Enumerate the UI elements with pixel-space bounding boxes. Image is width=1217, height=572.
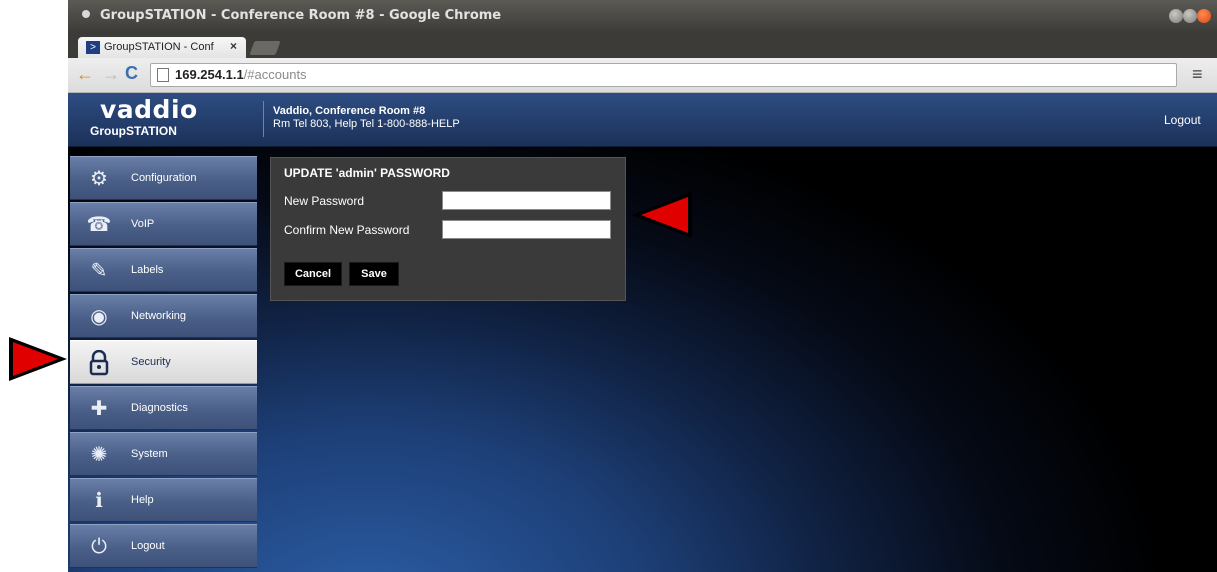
hamburger-menu-icon[interactable]: ≡	[1192, 64, 1203, 85]
sidebar-item-label: System	[131, 448, 168, 460]
browser-window: GroupSTATION - Conference Room #8 - Goog…	[68, 0, 1217, 572]
maximize-icon[interactable]	[1183, 9, 1197, 23]
new-tab-button[interactable]	[249, 41, 281, 55]
product-name: GroupSTATION	[90, 124, 177, 138]
browser-tab[interactable]: > GroupSTATION - Confer ×	[78, 37, 246, 58]
power-icon: ⏻	[91, 536, 107, 558]
tab-close-icon[interactable]: ×	[230, 39, 237, 53]
sidebar-item-label: Networking	[131, 310, 187, 322]
phone-icon: ☎	[86, 214, 112, 236]
new-password-field[interactable]	[442, 191, 611, 210]
url-path: /#accounts	[243, 67, 307, 82]
sidebar-item-security[interactable]: Security	[70, 340, 257, 384]
window-titlebar: GroupSTATION - Conference Room #8 - Goog…	[68, 0, 1217, 32]
tab-strip: > GroupSTATION - Confer ×	[68, 32, 1217, 58]
sidebar-item-logout[interactable]: ⏻ Logout	[70, 524, 257, 568]
sidebar-item-label: Diagnostics	[131, 402, 188, 414]
url-text[interactable]: 169.254.1.1/#accounts	[175, 67, 307, 82]
sidebar-item-label: Logout	[131, 540, 165, 552]
reload-icon[interactable]: C	[125, 63, 138, 84]
confirm-password-field[interactable]	[442, 220, 611, 239]
pencil-icon: ✎	[90, 260, 108, 282]
header-divider	[263, 101, 264, 137]
tab-title: GroupSTATION - Confer	[104, 41, 214, 53]
brand-name: vaddio	[100, 95, 198, 124]
network-icon: ◉	[90, 306, 108, 328]
vaddio-logo[interactable]: vaddio GroupSTATION	[86, 95, 246, 141]
dialog-title: UPDATE 'admin' PASSWORD	[284, 166, 450, 180]
sidebar-item-label: Security	[131, 356, 171, 368]
save-button[interactable]: Save	[349, 262, 399, 286]
callout-arrow-left	[641, 197, 688, 233]
vaddio-favicon-icon: >	[86, 41, 100, 54]
forward-arrow-icon[interactable]: →	[102, 64, 120, 85]
room-name: Vaddio, Conference Room #8	[273, 105, 426, 117]
sidebar-item-system[interactable]: ✺ System	[70, 432, 257, 476]
address-bar[interactable]: 169.254.1.1/#accounts	[150, 63, 1177, 87]
url-host: 169.254.1.1	[175, 67, 244, 82]
web-page: vaddio GroupSTATION Vaddio, Conference R…	[68, 93, 1217, 572]
padlock-icon	[86, 349, 112, 376]
back-arrow-icon[interactable]: ←	[76, 64, 94, 85]
callout-arrow-right	[13, 342, 58, 376]
header-logout-link[interactable]: Logout	[1164, 113, 1201, 127]
sidebar-item-diagnostics[interactable]: ✚ Diagnostics	[70, 386, 257, 430]
sidebar-item-voip[interactable]: ☎ VoIP	[70, 202, 257, 246]
new-password-label: New Password	[284, 194, 365, 208]
info-icon: ℹ	[95, 490, 103, 512]
window-title: GroupSTATION - Conference Room #8 - Goog…	[100, 8, 502, 23]
sidebar-item-label: Labels	[131, 264, 164, 276]
close-icon[interactable]	[1197, 9, 1211, 23]
sidebar-item-labels[interactable]: ✎ Labels	[70, 248, 257, 292]
confirm-password-label: Confirm New Password	[284, 223, 410, 237]
sidebar-nav: ⚙ Configuration ☎ VoIP ✎ Labels ◉ Networ…	[70, 156, 257, 572]
sidebar-item-label: VoIP	[131, 218, 155, 230]
page-header: vaddio GroupSTATION Vaddio, Conference R…	[68, 93, 1217, 147]
page-icon	[157, 68, 169, 82]
sidebar-item-label: Configuration	[131, 172, 197, 184]
sidebar-item-configuration[interactable]: ⚙ Configuration	[70, 156, 257, 200]
gear-icon: ⚙	[90, 168, 108, 190]
cancel-button[interactable]: Cancel	[284, 262, 342, 286]
diagnostics-icon: ✚	[90, 398, 108, 420]
sidebar-item-networking[interactable]: ◉ Networking	[70, 294, 257, 338]
room-phones: Rm Tel 803, Help Tel 1-800-888-HELP	[273, 118, 460, 130]
window-menu-dot-icon[interactable]	[82, 10, 90, 18]
system-gears-icon: ✺	[90, 444, 108, 466]
sidebar-item-label: Help	[131, 494, 154, 506]
sidebar-item-help[interactable]: ℹ Help	[70, 478, 257, 522]
update-password-dialog: UPDATE 'admin' PASSWORD New Password Con…	[270, 157, 626, 301]
browser-toolbar: ← → C 169.254.1.1/#accounts ≡	[68, 58, 1217, 93]
minimize-icon[interactable]	[1169, 9, 1183, 23]
